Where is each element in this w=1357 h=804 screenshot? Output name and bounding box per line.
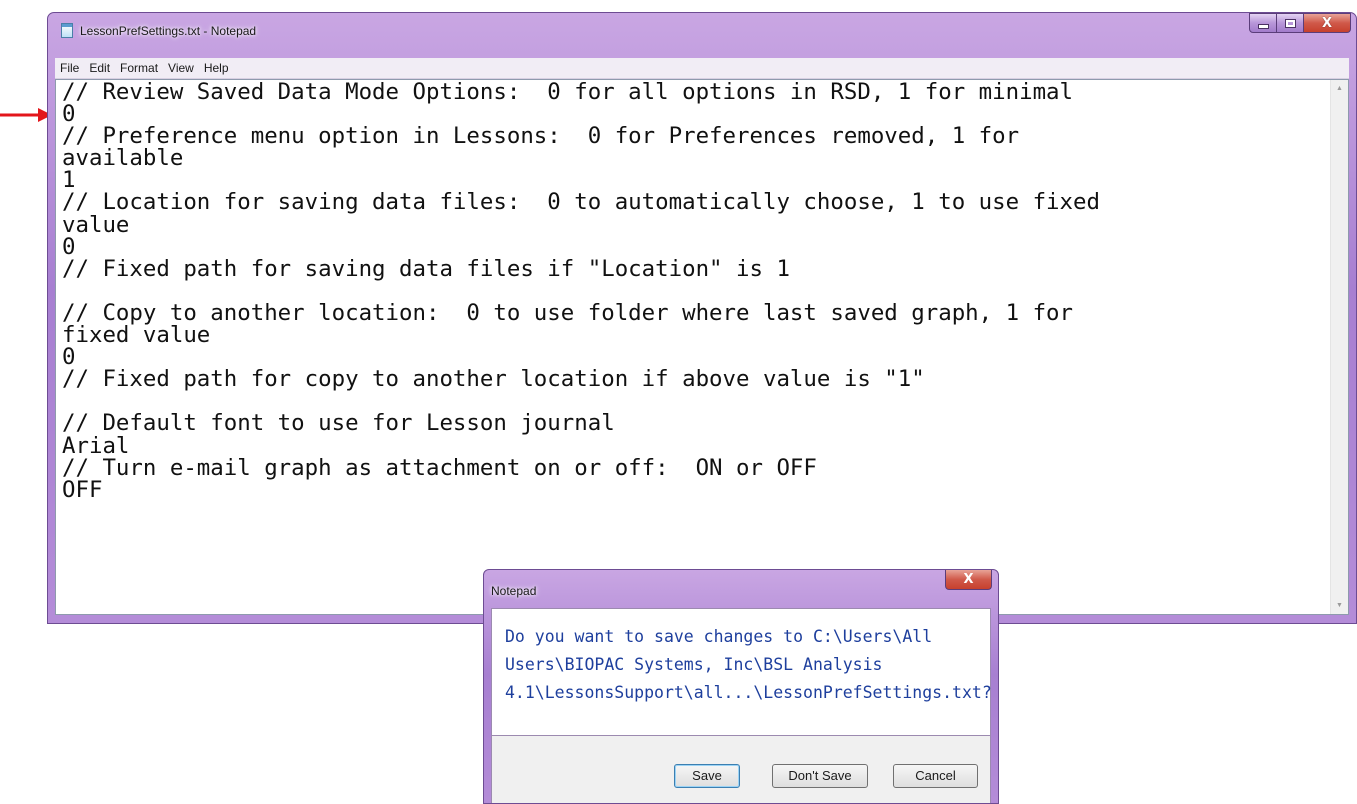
close-button[interactable]: X — [1304, 13, 1351, 33]
dialog-message: Do you want to save changes to C:\Users\… — [505, 627, 992, 702]
red-arrow-icon — [0, 108, 52, 122]
minimize-icon — [1257, 24, 1269, 29]
dialog-footer: Save Don't Save Cancel — [491, 736, 991, 803]
scroll-down-icon[interactable]: ▼ — [1331, 597, 1348, 614]
menu-help[interactable]: Help — [199, 61, 234, 75]
title-bar[interactable]: LessonPrefSettings.txt - Notepad X — [48, 13, 1356, 46]
vertical-scrollbar[interactable]: ▲ ▼ — [1330, 80, 1348, 614]
maximize-button[interactable] — [1277, 13, 1304, 33]
dialog-title: Notepad — [491, 584, 537, 598]
menu-format[interactable]: Format — [115, 61, 163, 75]
text-editor[interactable]: // Review Saved Data Mode Options: 0 for… — [55, 79, 1349, 615]
scroll-up-icon[interactable]: ▲ — [1331, 80, 1348, 97]
close-icon: X — [963, 572, 974, 587]
editor-content[interactable]: // Review Saved Data Mode Options: 0 for… — [62, 81, 1324, 501]
save-button[interactable]: Save — [674, 764, 740, 788]
dont-save-button[interactable]: Don't Save — [772, 764, 868, 788]
close-icon: X — [1321, 15, 1333, 31]
cancel-button[interactable]: Cancel — [893, 764, 978, 788]
notepad-window: LessonPrefSettings.txt - Notepad X File … — [47, 12, 1357, 624]
maximize-icon — [1284, 18, 1296, 28]
window-title: LessonPrefSettings.txt - Notepad — [80, 24, 257, 38]
dialog-body: Do you want to save changes to C:\Users\… — [491, 608, 992, 736]
minimize-button[interactable] — [1249, 13, 1277, 33]
menu-bar: File Edit Format View Help — [55, 58, 1349, 79]
menu-edit[interactable]: Edit — [84, 61, 115, 75]
caption-buttons: X — [1249, 13, 1351, 34]
save-changes-dialog: Notepad X Do you want to save changes to… — [483, 569, 999, 804]
dialog-close-button[interactable]: X — [945, 570, 992, 590]
notepad-icon[interactable] — [61, 23, 73, 38]
menu-file[interactable]: File — [55, 61, 84, 75]
menu-view[interactable]: View — [163, 61, 199, 75]
